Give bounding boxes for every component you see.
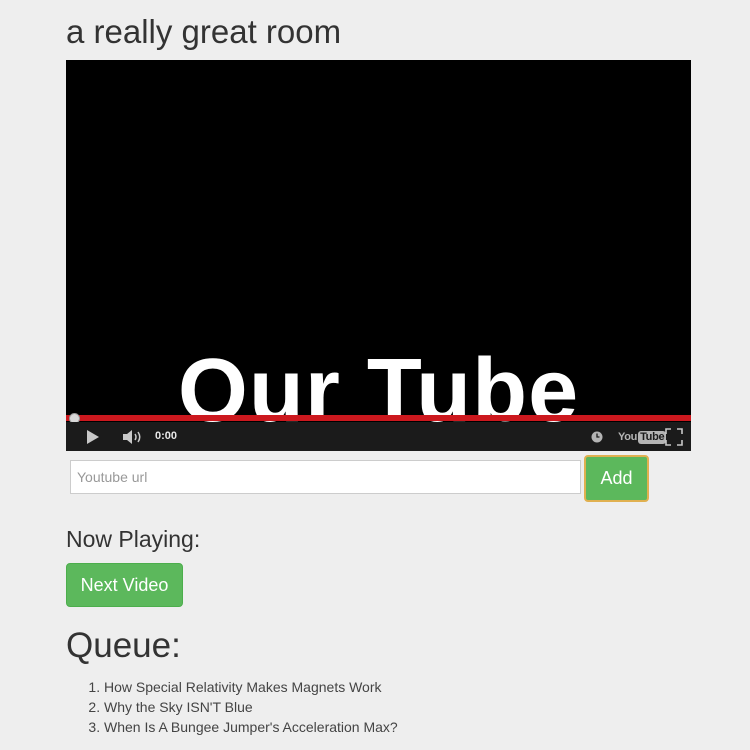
youtube-logo[interactable]: You Tube [618, 430, 667, 444]
volume-icon [123, 430, 141, 444]
play-button[interactable] [84, 428, 102, 446]
now-playing-heading: Now Playing: [66, 526, 201, 552]
progress-bar[interactable] [66, 415, 691, 421]
queue-heading: Queue: [66, 626, 181, 665]
queue-list: How Special Relativity Makes Magnets Wor… [66, 677, 398, 737]
watch-later-button[interactable] [589, 428, 605, 446]
next-video-button[interactable]: Next Video [66, 563, 183, 607]
room-title: a really great room [66, 13, 342, 50]
page: a really great room Our Tube 0:00 You Tu… [0, 0, 750, 750]
clock-icon [591, 431, 603, 443]
volume-button[interactable] [122, 428, 144, 446]
play-icon [87, 430, 99, 444]
queue-item[interactable]: When Is A Bungee Jumper's Acceleration M… [104, 717, 398, 737]
youtube-url-input[interactable] [70, 460, 581, 494]
queue-item[interactable]: How Special Relativity Makes Magnets Wor… [104, 677, 398, 697]
fullscreen-icon [665, 428, 683, 446]
time-display: 0:00 [155, 430, 178, 442]
youtube-logo-tube: Tube [638, 430, 667, 444]
queue-item[interactable]: Why the Sky ISN'T Blue [104, 697, 398, 717]
video-player[interactable]: Our Tube 0:00 You Tube [66, 60, 691, 451]
add-video-form: Add [70, 455, 650, 503]
player-control-bar: 0:00 You Tube [66, 422, 691, 451]
add-button[interactable]: Add [584, 455, 649, 502]
fullscreen-button[interactable] [664, 427, 684, 447]
youtube-logo-you: You [618, 431, 638, 443]
